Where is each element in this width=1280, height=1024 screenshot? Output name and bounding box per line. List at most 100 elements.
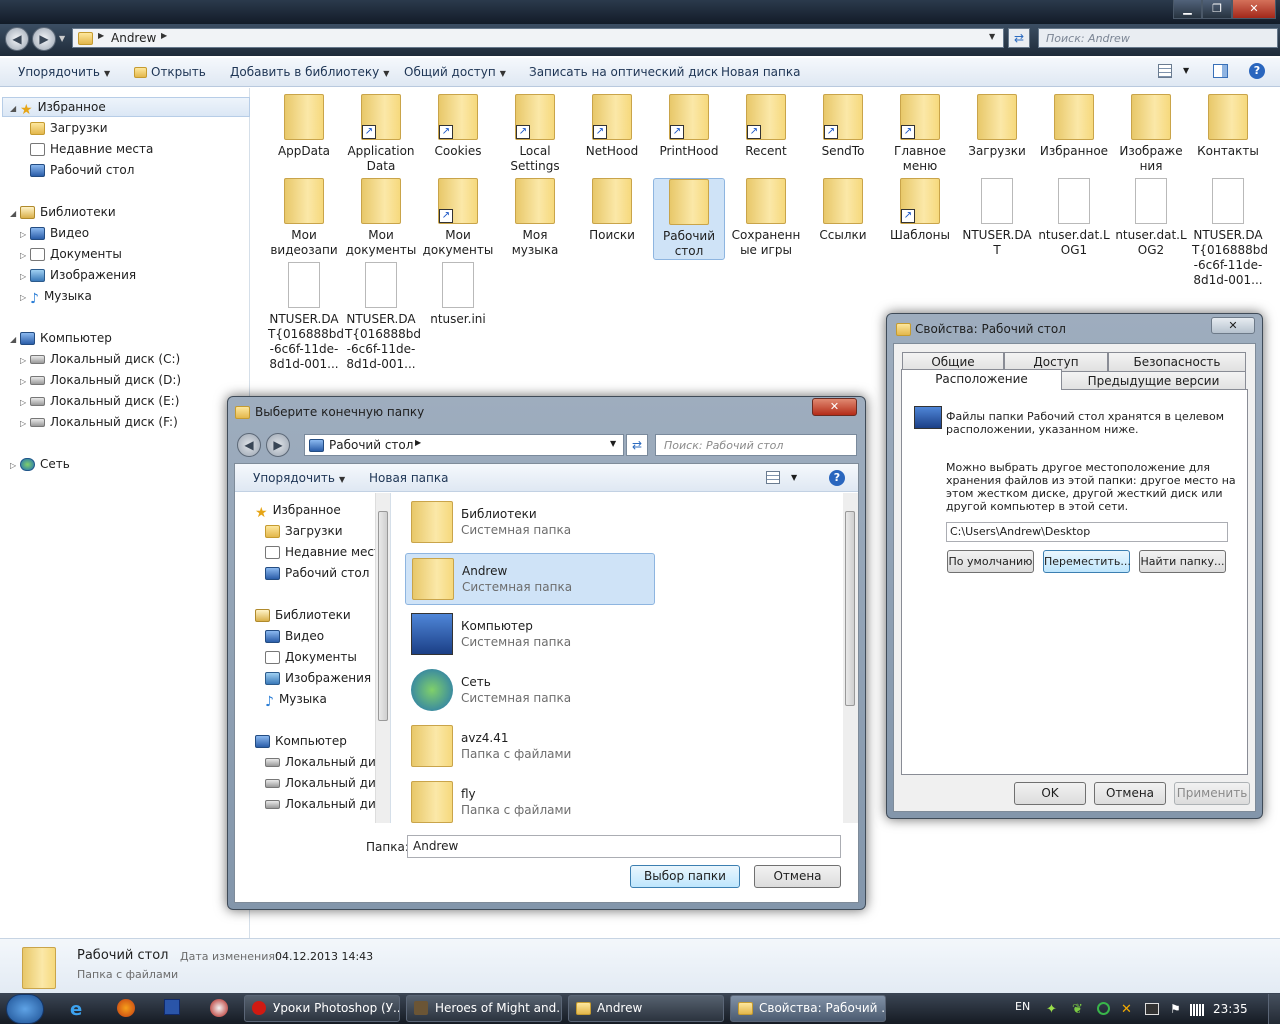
nav-video[interactable]: ▷ Видео bbox=[20, 224, 89, 242]
address-box[interactable]: ▶ Andrew ▶ ▼ bbox=[72, 28, 1004, 48]
recent-pages-chevron-icon[interactable]: ▼ bbox=[59, 34, 65, 43]
file-item[interactable]: ↗ Главное меню bbox=[884, 94, 956, 174]
new-folder-button[interactable]: Новая папка bbox=[369, 471, 448, 485]
tab-previous-versions[interactable]: Предыдущие версии bbox=[1061, 371, 1246, 390]
file-item[interactable]: Поиски bbox=[576, 178, 648, 243]
nav-music[interactable]: ▷ ♪ Музыка bbox=[20, 287, 92, 307]
file-item[interactable]: Рабочий стол bbox=[653, 178, 725, 260]
breadcrumb-andrew[interactable]: Andrew bbox=[111, 31, 156, 45]
search-input[interactable]: Поиск: Andrew bbox=[1038, 28, 1278, 48]
forward-button[interactable]: ▶ bbox=[32, 27, 56, 51]
file-item[interactable]: ↗ SendTo bbox=[807, 94, 879, 159]
list-scrollbar[interactable] bbox=[843, 493, 858, 823]
select-folder-button[interactable]: Выбор папки bbox=[630, 865, 740, 888]
file-item[interactable]: ↗ Cookies bbox=[422, 94, 494, 159]
nav-disk-e[interactable]: ▷ Локальный диск (E:) bbox=[20, 392, 179, 410]
folder-entry[interactable]: Andrew Системная папка bbox=[405, 553, 655, 605]
nav-disk-d[interactable]: ▷ Локальный диск (D:) bbox=[20, 371, 181, 389]
file-item[interactable]: ↗ Шаблоны bbox=[884, 178, 956, 243]
file-item[interactable]: ntuser.dat.L OG2 bbox=[1115, 178, 1187, 258]
file-item[interactable]: ↗ Local Settings bbox=[499, 94, 571, 174]
folder-entry[interactable]: fly Папка с файлами bbox=[405, 777, 655, 829]
taskbar-item-properties[interactable]: Свойства: Рабочий ... bbox=[730, 995, 886, 1022]
refresh-icon[interactable]: ⇄ bbox=[1008, 28, 1030, 48]
file-item[interactable]: ntuser.ini bbox=[422, 262, 494, 327]
close-button[interactable]: ✕ bbox=[1211, 317, 1255, 334]
nav-disk[interactable]: Локальный диск bbox=[265, 774, 390, 792]
file-item[interactable]: Сохраненн ые игры bbox=[730, 178, 802, 258]
breadcrumb-arrow-icon[interactable]: ▶ bbox=[415, 438, 421, 447]
clock[interactable]: 23:35 bbox=[1213, 1002, 1248, 1016]
view-options-icon[interactable] bbox=[1158, 64, 1172, 78]
file-item[interactable]: ↗ Мои документы bbox=[422, 178, 494, 258]
open-button[interactable]: Открыть bbox=[134, 65, 206, 79]
restore-default-button[interactable]: По умолчанию bbox=[947, 550, 1034, 573]
folder-name-field[interactable]: Andrew bbox=[407, 835, 841, 858]
tab-location[interactable]: Расположение bbox=[901, 369, 1062, 390]
firefox-icon[interactable] bbox=[117, 999, 135, 1017]
address-dropdown-icon[interactable]: ▼ bbox=[989, 32, 995, 41]
organize-button[interactable]: Упорядочить ▼ bbox=[18, 65, 110, 79]
nav-documents[interactable]: ▷ Документы bbox=[20, 245, 122, 263]
file-item[interactable]: NTUSER.DA T{016888bd -6c6f-11de- 8d1d-001..… bbox=[345, 262, 421, 372]
nav-network[interactable]: ▷ Сеть bbox=[10, 455, 70, 473]
tab-security[interactable]: Безопасность bbox=[1108, 352, 1246, 371]
file-item[interactable]: Загрузки bbox=[961, 94, 1033, 159]
minimize-button[interactable]: ▁ bbox=[1173, 0, 1202, 19]
file-item[interactable]: NTUSER.DA T bbox=[961, 178, 1033, 258]
cancel-button[interactable]: Отмена bbox=[1094, 782, 1166, 805]
breadcrumb-desktop[interactable]: Рабочий стол bbox=[329, 438, 413, 452]
find-target-button[interactable]: Найти папку... bbox=[1139, 550, 1226, 573]
back-button[interactable]: ◀ bbox=[5, 27, 29, 51]
address-dropdown-icon[interactable]: ▼ bbox=[610, 439, 616, 448]
tray-butterfly-icon[interactable]: ✦ bbox=[1046, 1002, 1057, 1017]
new-folder-button[interactable]: Новая папка bbox=[721, 65, 800, 79]
file-item[interactable]: Ссылки bbox=[807, 178, 879, 243]
nav-libraries[interactable]: Библиотеки bbox=[255, 606, 351, 624]
help-icon[interactable]: ? bbox=[1249, 63, 1265, 79]
back-button[interactable]: ◀ bbox=[237, 433, 261, 457]
file-item[interactable]: ↗ PrintHood bbox=[653, 94, 725, 159]
folder-entry[interactable]: Библиотеки Системная папка bbox=[405, 497, 655, 549]
burn-button[interactable]: Записать на оптический диск bbox=[529, 65, 718, 79]
save-icon[interactable] bbox=[164, 999, 180, 1015]
file-item[interactable]: AppData bbox=[268, 94, 340, 159]
view-dropdown-icon[interactable]: ▼ bbox=[1183, 66, 1189, 75]
maximize-button[interactable]: ❐ bbox=[1202, 0, 1232, 19]
nav-documents[interactable]: Документы bbox=[265, 648, 357, 666]
close-button[interactable]: ✕ bbox=[1232, 0, 1276, 19]
tray-flag-icon[interactable]: ⚑ bbox=[1170, 1002, 1181, 1016]
nav-desktop[interactable]: Рабочий стол bbox=[265, 564, 369, 582]
file-item[interactable]: ↗ Recent bbox=[730, 94, 802, 159]
taskbar-item-andrew[interactable]: Andrew bbox=[568, 995, 724, 1022]
tray-monitor-icon[interactable] bbox=[1145, 1003, 1159, 1015]
refresh-icon[interactable]: ⇄ bbox=[626, 434, 648, 456]
nav-recent[interactable]: Недавние места bbox=[30, 140, 153, 158]
folder-entry[interactable]: Сеть Системная папка bbox=[405, 665, 655, 717]
folder-entry[interactable]: Компьютер Системная папка bbox=[405, 609, 655, 661]
nav-favorites[interactable]: ◢ ★ Избранное bbox=[10, 98, 106, 118]
nav-favorites[interactable]: ★ Избранное bbox=[255, 501, 341, 521]
help-icon[interactable]: ? bbox=[829, 470, 845, 486]
nav-computer[interactable]: ◢ Компьютер bbox=[10, 329, 112, 347]
share-button[interactable]: Общий доступ ▼ bbox=[404, 65, 506, 79]
breadcrumb-arrow-icon[interactable]: ▶ bbox=[98, 31, 104, 40]
address-box[interactable]: Рабочий стол ▶ ▼ bbox=[304, 434, 624, 456]
search-input[interactable]: Поиск: Рабочий стол bbox=[655, 434, 857, 456]
nav-images[interactable]: Изображения bbox=[265, 669, 371, 687]
nav-disk[interactable]: Локальный диск bbox=[265, 753, 390, 771]
tray-status-icon[interactable] bbox=[1097, 1002, 1110, 1015]
apply-button[interactable]: Применить bbox=[1174, 782, 1250, 805]
close-button[interactable]: ✕ bbox=[812, 398, 857, 416]
nav-desktop[interactable]: Рабочий стол bbox=[30, 161, 134, 179]
forward-button[interactable]: ▶ bbox=[266, 433, 290, 457]
nav-music[interactable]: ♪ Музыка bbox=[265, 690, 327, 710]
nav-downloads[interactable]: Загрузки bbox=[265, 522, 343, 540]
file-item[interactable]: Изображе ния bbox=[1115, 94, 1187, 174]
start-button[interactable] bbox=[6, 994, 44, 1024]
view-options-icon[interactable] bbox=[766, 471, 780, 484]
file-item[interactable]: Мои документы bbox=[345, 178, 417, 258]
file-item[interactable]: Моивидеозаписи bbox=[268, 178, 340, 273]
nav-disk-f[interactable]: ▷ Локальный диск (F:) bbox=[20, 413, 178, 431]
nav-video[interactable]: Видео bbox=[265, 627, 324, 645]
